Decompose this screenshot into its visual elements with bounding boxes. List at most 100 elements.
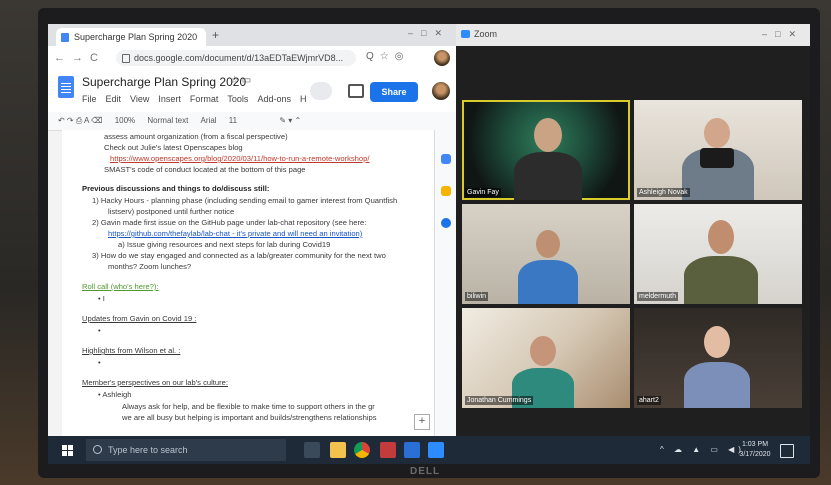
back-icon[interactable]: ←: [54, 52, 65, 64]
menu-addons[interactable]: Add-ons: [257, 94, 291, 104]
video-tile-jonathan[interactable]: Jonathan Cummings: [462, 308, 630, 408]
clock-date: 3/17/2020: [739, 451, 771, 458]
docs-menu-bar: File Edit View Insert Format Tools Add-ons H: [82, 94, 315, 104]
chrome-icon[interactable]: [354, 442, 370, 458]
participant-face: [708, 220, 734, 254]
participant-name: Gavin Fay: [465, 188, 501, 197]
window-controls[interactable]: –□✕: [408, 28, 450, 39]
font-size-select[interactable]: 11: [229, 116, 237, 125]
participant-body: [514, 152, 582, 200]
doc-line: SMAST's code of conduct located at the b…: [104, 165, 306, 174]
menu-help[interactable]: H: [300, 94, 307, 104]
task-view-icon[interactable]: [304, 442, 320, 458]
doc-line: assess amount organization (from a fisca…: [104, 132, 288, 141]
menu-edit[interactable]: Edit: [106, 94, 122, 104]
taskbar-search-box[interactable]: Type here to search: [86, 439, 286, 461]
zoom-window-controls[interactable]: –□✕: [762, 29, 804, 40]
participant-body: [684, 256, 758, 304]
address-bar-icons[interactable]: Q☆◎: [366, 51, 409, 62]
explore-plus-icon[interactable]: +: [414, 414, 430, 430]
address-bar: ← → C docs.google.com/document/d/13aEDTa…: [48, 46, 456, 71]
doc-line: Always ask for help, and be flexible to …: [122, 402, 375, 411]
windows-taskbar: Type here to search ^ ☁ ▲ ▭ ◀) 1:03 PM 3…: [48, 436, 810, 464]
video-tile-biliwin[interactable]: biliwin: [462, 204, 630, 304]
font-select[interactable]: Arial: [201, 116, 217, 125]
taskbar-clock[interactable]: 1:03 PM 3/17/2020: [738, 440, 772, 460]
windows-start-icon[interactable]: [62, 445, 73, 456]
menu-insert[interactable]: Insert: [158, 94, 181, 104]
doc-heading: Previous discussions and things to do/di…: [82, 184, 270, 193]
reload-icon[interactable]: C: [90, 52, 98, 64]
participant-body: [684, 362, 750, 408]
outlook-icon[interactable]: [404, 442, 420, 458]
doc-line: listserv) postponed until further notice: [108, 207, 235, 216]
app-icon[interactable]: [380, 442, 396, 458]
menu-view[interactable]: View: [130, 94, 149, 104]
doc-line: Check out Julie's latest Openscapes blog: [104, 143, 243, 152]
file-explorer-icon[interactable]: [330, 442, 346, 458]
browser-tab[interactable]: Supercharge Plan Spring 2020: [56, 28, 206, 46]
doc-line: we are all busy but helping is important…: [122, 413, 377, 422]
doc-line: months? Zoom lunches?: [108, 262, 192, 271]
doc-line: 3) How do we stay engaged and connected …: [92, 251, 386, 260]
version-history-button[interactable]: [310, 82, 332, 100]
style-select[interactable]: Normal text: [147, 116, 188, 125]
clock-time: 1:03 PM: [741, 441, 769, 448]
doc-line: a) Issue giving resources and next steps…: [118, 240, 331, 249]
keep-icon[interactable]: [441, 186, 451, 196]
calendar-icon[interactable]: [441, 154, 451, 164]
notification-icon[interactable]: [780, 444, 794, 458]
monitor-logo: DELL: [410, 466, 441, 477]
doc-heading: Member's perspectives on our lab's cultu…: [82, 378, 228, 387]
new-tab-icon[interactable]: +: [212, 28, 219, 42]
participant-name: biliwin: [465, 292, 489, 301]
taskbar-search-placeholder: Type here to search: [108, 445, 188, 455]
zoom-select[interactable]: 100%: [115, 116, 135, 125]
docs-favicon-icon: [61, 33, 69, 42]
docs-profile-avatar[interactable]: [432, 82, 450, 100]
system-tray-icons[interactable]: ^ ☁ ▲ ▭ ◀): [660, 445, 745, 454]
menu-file[interactable]: File: [82, 94, 97, 104]
participant-face: [534, 118, 562, 152]
zoom-taskbar-icon[interactable]: [428, 442, 444, 458]
tasks-icon[interactable]: [441, 218, 451, 228]
menu-tools[interactable]: Tools: [227, 94, 248, 104]
undo-icon[interactable]: ↶ ↷ ⎙ A ⌫: [58, 116, 102, 125]
doc-bullet: •: [98, 358, 101, 367]
participant-face: [530, 336, 556, 366]
video-tile-meldermuth[interactable]: meldermuth: [634, 204, 802, 304]
doc-heading: Roll call (who's here?):: [82, 282, 159, 291]
url-field[interactable]: docs.google.com/document/d/13aEDTaEWjmrV…: [116, 50, 356, 66]
participant-name: Jonathan Cummings: [465, 396, 534, 405]
star-icon[interactable]: ☆ ▭: [230, 75, 251, 86]
zoom-title-bar: Zoom –□✕: [456, 24, 810, 46]
video-tile-ashleigh[interactable]: Ashleigh Novak: [634, 100, 802, 200]
participant-face: [704, 326, 730, 358]
video-tile-gavin[interactable]: Gavin Fay: [462, 100, 630, 200]
document-page[interactable]: assess amount organization (from a fisca…: [62, 130, 440, 436]
browser-profile-avatar[interactable]: [434, 50, 450, 66]
doc-bullet: •: [98, 326, 101, 335]
forward-icon[interactable]: →: [72, 52, 83, 64]
share-button[interactable]: Share: [370, 82, 418, 102]
doc-link[interactable]: https://github.com/thefaylab/lab-chat - …: [108, 229, 362, 238]
document-title[interactable]: Supercharge Plan Spring 2020: [82, 75, 246, 89]
participant-face: [536, 230, 560, 258]
video-tile-ahart2[interactable]: ahart2: [634, 308, 802, 408]
docs-header: Supercharge Plan Spring 2020 ☆ ▭ File Edi…: [48, 70, 456, 112]
docs-toolbar: ↶ ↷ ⎙ A ⌫ 100% Normal text Arial 11 ✎ ▾ …: [48, 112, 456, 131]
url-text: docs.google.com/document/d/13aEDTaEWjmrV…: [134, 53, 344, 63]
comment-icon[interactable]: [348, 84, 364, 98]
docs-logo-icon[interactable]: [58, 76, 74, 98]
edit-mode-icon[interactable]: ✎ ▾ ⌃: [279, 116, 301, 125]
doc-line: 2) Gavin made first issue on the GitHub …: [92, 218, 367, 227]
menu-format[interactable]: Format: [190, 94, 219, 104]
participant-name: Ashleigh Novak: [637, 188, 690, 197]
lock-icon: [122, 54, 130, 63]
doc-link[interactable]: https://www.openscapes.org/blog/2020/03/…: [110, 154, 369, 163]
participant-name: meldermuth: [637, 292, 678, 301]
doc-heading: Updates from Gavin on Covid 19 :: [82, 314, 197, 323]
zoom-window: Zoom –□✕ Gavin Fay Ashleigh Novak biliwi…: [456, 24, 810, 436]
browser-tab-bar: Supercharge Plan Spring 2020 + –□✕: [48, 24, 456, 46]
participant-name: ahart2: [637, 396, 661, 405]
